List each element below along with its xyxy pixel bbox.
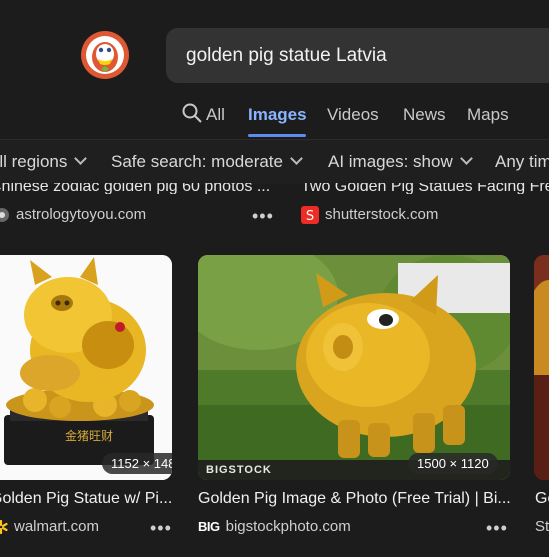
regions-filter-label: All regions [0, 152, 68, 171]
more-options-button[interactable]: ••• [150, 519, 172, 537]
result-source[interactable]: astrologytoyou.com [0, 206, 146, 224]
chevron-down-icon [74, 152, 88, 165]
source-label: astrologytoyou.com [16, 206, 147, 223]
chevron-down-icon [459, 152, 473, 165]
result-title[interactable]: Go [535, 489, 549, 509]
duckduckgo-logo[interactable] [80, 30, 130, 80]
result-source[interactable]: S shutterstock.com [301, 206, 439, 225]
svg-text:金猪旺财: 金猪旺财 [65, 428, 113, 443]
result-title[interactable]: Golden Pig Statue w/ Pi... [0, 489, 172, 509]
result-title[interactable]: Golden Pig Image & Photo (Free Trial) | … [198, 489, 511, 509]
safe-search-label: Safe search: moderate [111, 152, 283, 171]
image-result-card[interactable]: BIGSTOCK 1500 × 1120 [198, 255, 510, 480]
image-dimensions-badge: 1152 × 1480 [102, 453, 172, 474]
ai-images-filter[interactable]: AI images: show [328, 152, 473, 172]
search-query: golden pig statue Latvia [186, 44, 387, 66]
golden-pig-statue-image: 金猪旺财 [0, 255, 172, 480]
more-options-button[interactable]: ••• [252, 207, 274, 225]
source-label: bigstockphoto.com [225, 518, 351, 535]
tab-videos[interactable]: Videos [327, 103, 379, 127]
result-source[interactable]: walmart.com [0, 518, 99, 536]
search-icon [182, 103, 202, 123]
chevron-down-icon [290, 152, 303, 165]
tab-maps[interactable]: Maps [467, 103, 509, 127]
search-input[interactable]: golden pig statue Latvia [166, 28, 549, 83]
shutterstock-favicon: S [301, 206, 319, 225]
regions-filter[interactable]: All regions [0, 152, 88, 172]
result-source[interactable]: BIG bigstockphoto.com [198, 518, 351, 536]
source-label: shutterstock.com [325, 206, 439, 223]
tab-all-label: All [206, 105, 225, 124]
active-tab-underline [248, 134, 306, 137]
astrologytoyou-favicon [0, 208, 9, 223]
walmart-spark-icon [0, 520, 8, 535]
source-label: walmart.com [14, 518, 100, 535]
result-source[interactable]: St [535, 518, 549, 536]
filter-bar: All regions Safe search: moderate AI ima… [0, 139, 549, 184]
source-label: St [535, 518, 549, 535]
golden-pig-statue-image [534, 255, 549, 480]
image-result-card[interactable] [534, 255, 549, 480]
result-title[interactable]: Chinese zodiac golden pig 60 photos ... [0, 183, 270, 194]
watermark-text: BIGSTOCK [206, 464, 272, 476]
tab-images[interactable]: Images [248, 103, 307, 127]
time-filter[interactable]: Any time [495, 152, 549, 172]
result-title[interactable]: Two Golden Pig Statues Facing Free [301, 183, 549, 194]
image-result-card[interactable]: 金猪旺财 1152 × 1480 [0, 255, 172, 480]
ai-images-label: AI images: show [328, 152, 453, 171]
svg-text:S: S [306, 209, 314, 224]
safe-search-filter[interactable]: Safe search: moderate [111, 152, 303, 172]
golden-pig-statue-image [198, 255, 510, 480]
bigstock-favicon: BIG [198, 519, 220, 535]
more-options-button[interactable]: ••• [486, 519, 508, 537]
image-dimensions-badge: 1500 × 1120 [408, 453, 498, 474]
tab-news[interactable]: News [403, 103, 446, 127]
tab-all[interactable]: All [182, 103, 225, 127]
time-filter-label: Any time [495, 152, 549, 171]
